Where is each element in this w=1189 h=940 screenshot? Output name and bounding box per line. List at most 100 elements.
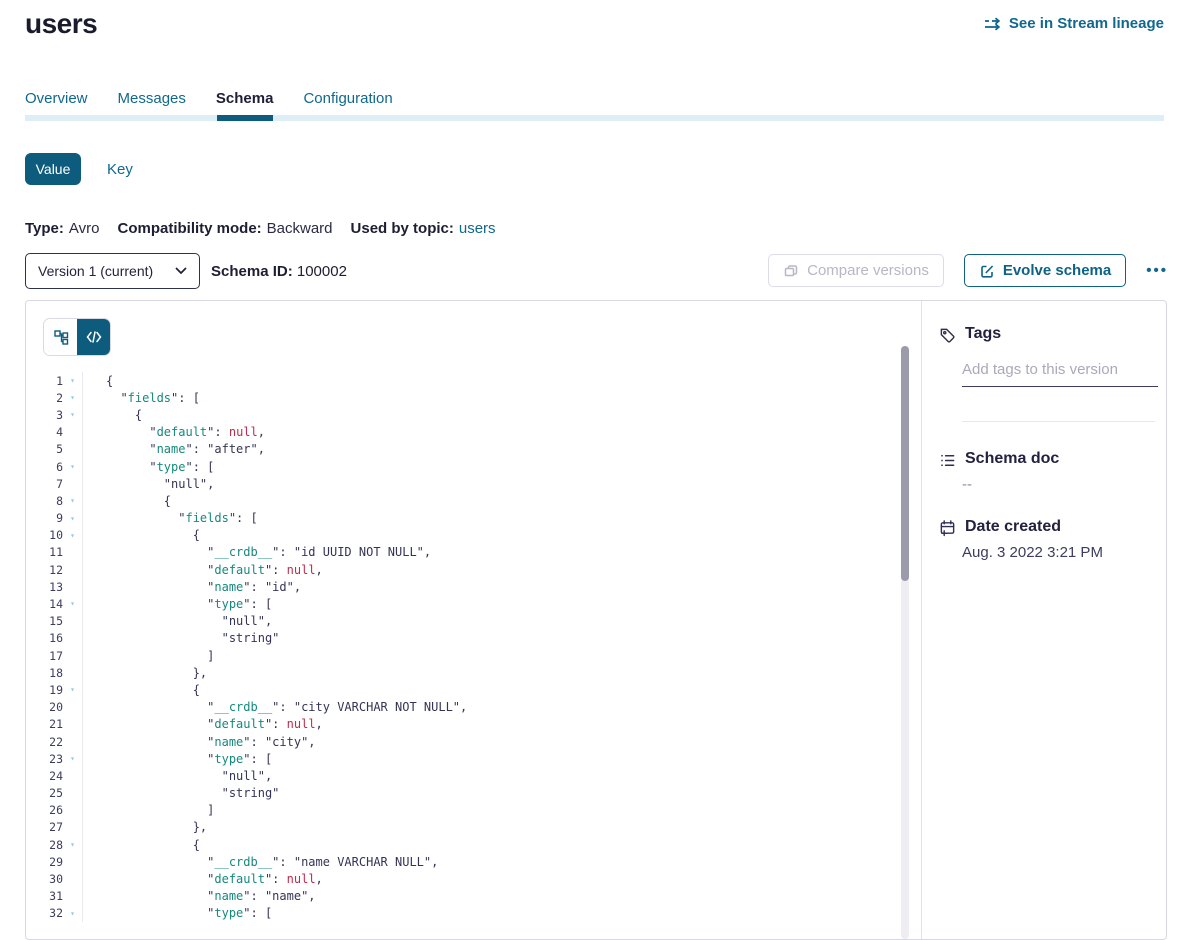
line-number: 1 [26,374,63,388]
code-view-icon [86,331,102,343]
editor-scrollbar[interactable] [901,346,909,939]
tab-overview[interactable]: Overview [25,90,88,117]
code-text: "type": [ [83,906,272,920]
line-number: 3 [26,408,63,422]
line-number: 26 [26,803,63,817]
fold-gutter [63,647,83,664]
schema-meta-row: Type:AvroCompatibility mode:BackwardUsed… [25,220,496,237]
code-text: { [83,494,171,508]
code-text: "string" [83,631,279,645]
code-view-button[interactable] [77,319,110,355]
tree-view-button[interactable] [44,319,77,355]
stream-lineage-label: See in Stream lineage [1009,15,1164,32]
code-line: 12"default": null, [26,561,904,578]
editor-view-toggle [43,318,111,356]
fold-gutter [63,785,83,802]
code-line: 19▾{ [26,681,904,698]
code-text: { [83,838,200,852]
code-text: "__crdb__": "name VARCHAR NULL", [83,855,438,869]
fold-gutter [63,578,83,595]
tab-configuration[interactable]: Configuration [303,90,392,117]
date-created-section-header: Date created [939,518,1061,537]
code-text: "null", [83,477,214,491]
meta-label: Type: [25,220,64,237]
compare-versions-button[interactable]: Compare versions [768,254,944,287]
code-text: "__crdb__": "id UUID NOT NULL", [83,545,431,559]
code-text: "name": "name", [83,889,316,903]
line-number: 11 [26,545,63,559]
fold-gutter [63,424,83,441]
version-select[interactable]: Version 1 (current) [25,253,200,289]
code-line: 23▾"type": [ [26,750,904,767]
meta-item: Used by topic:users [351,220,496,237]
editor-scrollbar-thumb[interactable] [901,346,909,581]
fold-toggle-icon[interactable]: ▾ [63,905,83,922]
schema-id-value: 100002 [297,263,347,280]
line-number: 19 [26,683,63,697]
code-line: 27}, [26,819,904,836]
tree-view-icon [53,329,69,345]
fold-toggle-icon[interactable]: ▾ [63,595,83,612]
code-text: }, [83,820,207,834]
code-text: }, [83,666,207,680]
fold-gutter [63,819,83,836]
version-select-value: Version 1 (current) [38,263,153,279]
more-options-button[interactable]: ••• [1146,262,1168,279]
fold-toggle-icon[interactable]: ▾ [63,458,83,475]
fold-toggle-icon[interactable]: ▾ [63,389,83,406]
code-text: "name": "id", [83,580,301,594]
fold-toggle-icon[interactable]: ▾ [63,681,83,698]
code-text: "fields": [ [83,391,200,405]
tags-input[interactable] [962,359,1158,387]
key-toggle-button[interactable]: Key [107,161,133,178]
fold-toggle-icon[interactable]: ▾ [63,836,83,853]
fold-gutter [63,853,83,870]
code-line: 31"name": "name", [26,888,904,905]
meta-value-link[interactable]: users [459,220,496,237]
code-line: 10▾{ [26,527,904,544]
line-number: 24 [26,769,63,783]
code-text: "null", [83,769,272,783]
sidebar-divider [962,421,1155,422]
tab-schema[interactable]: Schema [216,90,274,117]
tags-section-header: Tags [939,325,1001,344]
schema-code-editor[interactable]: 1▾{2▾"fields": [3▾{4"default": null,5"na… [26,372,904,922]
code-line: 24 "null", [26,767,904,784]
line-number: 4 [26,425,63,439]
meta-item: Type: Avro [25,220,99,237]
stream-lineage-icon [984,17,1002,31]
fold-toggle-icon[interactable]: ▾ [63,750,83,767]
stream-lineage-link[interactable]: See in Stream lineage [984,15,1164,32]
tab-track [25,115,1164,121]
fold-toggle-icon[interactable]: ▾ [63,406,83,423]
fold-gutter [63,870,83,887]
line-number: 7 [26,477,63,491]
code-text: ] [83,649,214,663]
line-number: 29 [26,855,63,869]
fold-toggle-icon[interactable]: ▾ [63,527,83,544]
code-line: 20"__crdb__": "city VARCHAR NOT NULL", [26,699,904,716]
date-created-title: Date created [965,518,1061,536]
code-line: 4"default": null, [26,424,904,441]
evolve-schema-button[interactable]: Evolve schema [964,254,1126,287]
fold-toggle-icon[interactable]: ▾ [63,372,83,389]
fold-gutter [63,802,83,819]
line-number: 14 [26,597,63,611]
tab-messages[interactable]: Messages [118,90,186,117]
fold-toggle-icon[interactable]: ▾ [63,510,83,527]
code-line: 13"name": "id", [26,578,904,595]
code-line: 18}, [26,664,904,681]
code-line: 29 "__crdb__": "name VARCHAR NULL", [26,853,904,870]
code-line: 28▾{ [26,836,904,853]
line-number: 15 [26,614,63,628]
code-line: 5"name": "after", [26,441,904,458]
code-line: 2▾"fields": [ [26,389,904,406]
code-line: 14▾"type": [ [26,595,904,612]
schema-id-label: Schema ID: [211,263,293,280]
line-number: 6 [26,460,63,474]
fold-toggle-icon[interactable]: ▾ [63,492,83,509]
page-title: users [25,8,97,40]
line-number: 23 [26,752,63,766]
meta-value: Avro [69,220,100,237]
value-toggle-button[interactable]: Value [25,153,81,185]
